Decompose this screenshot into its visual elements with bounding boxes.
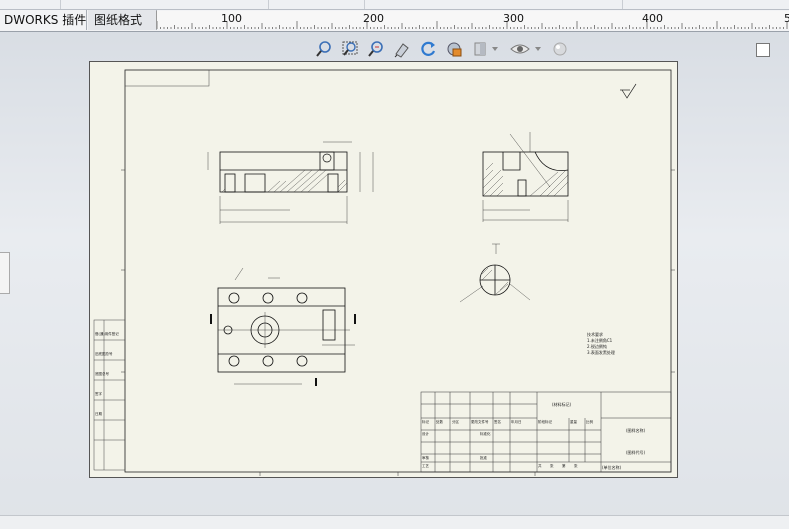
tb-label: 签名: [494, 420, 501, 424]
title-block-material: (材料标记): [552, 402, 572, 407]
chevron-down-icon[interactable]: [533, 39, 543, 59]
left-strip-label: 日期: [95, 412, 102, 416]
ruler-label: 5: [784, 12, 789, 25]
technical-note: 3.表面发黑处理: [587, 350, 615, 355]
tb-label: 处数: [436, 420, 443, 424]
horizontal-ruler: 100 200 300 400 5: [156, 11, 789, 29]
tb-label: 审核: [422, 456, 429, 460]
rotate-view-icon[interactable]: [392, 39, 412, 59]
title-block-drawing-name: (图样名称): [626, 428, 646, 433]
tb-label: 比例: [586, 420, 593, 424]
zoom-in-out-icon[interactable]: [366, 39, 386, 59]
title-block-company: (单位名称): [602, 465, 622, 470]
left-strip-label: 旧底图总号: [95, 352, 113, 356]
tb-label: 设计: [422, 432, 429, 436]
tb-label: 重量: [570, 420, 577, 424]
ruler-label: 200: [363, 12, 384, 25]
ruler-label: 400: [642, 12, 663, 25]
feature-tree-collapse-handle[interactable]: [0, 252, 10, 294]
tb-label: 标记: [422, 420, 429, 424]
left-strip-labels: 借(通)用件登记 旧底图总号 底图总号 签字 日期: [95, 324, 125, 424]
tb-label: 共: [538, 464, 542, 468]
redraw-icon[interactable]: [418, 39, 438, 59]
tb-label: 批准: [480, 456, 487, 460]
section-view-icon[interactable]: [471, 39, 491, 59]
left-strip-label: 底图总号: [95, 372, 109, 376]
top-toolbar-strip: [0, 0, 789, 10]
left-strip-label: 借(通)用件登记: [95, 332, 119, 336]
drawing-sheet[interactable]: 技术要求 1.未注倒角C1 2.锐边倒钝 3.表面发黑处理 (材料标记) (图样…: [89, 61, 678, 478]
technical-notes: 技术要求 1.未注倒角C1 2.锐边倒钝 3.表面发黑处理: [587, 332, 615, 356]
appearance-icon[interactable]: [550, 39, 570, 59]
tb-label: 更改文件号: [471, 420, 489, 424]
status-bar: [0, 515, 789, 529]
chevron-down-icon[interactable]: [490, 39, 500, 59]
tb-label: 张: [574, 464, 578, 468]
left-strip-label: 签字: [95, 392, 102, 396]
tb-label: 年月日: [511, 420, 522, 424]
title-block-code: (图样代号): [626, 450, 646, 455]
display-style-icon[interactable]: [444, 39, 464, 59]
ruler-ticks: [157, 21, 788, 29]
ruler-label: 300: [503, 12, 524, 25]
tb-label: 分区: [452, 420, 459, 424]
zoom-to-fit-icon[interactable]: [314, 39, 334, 59]
tb-label: 阶段标记: [538, 420, 552, 424]
tab-sheet-format[interactable]: 图纸格式: [88, 10, 157, 30]
tb-label: 张: [550, 464, 554, 468]
task-pane-toggle-icon[interactable]: [756, 43, 770, 57]
zoom-to-area-icon[interactable]: [340, 39, 360, 59]
tb-label: 工艺: [422, 464, 429, 468]
tab-solidworks-addins[interactable]: DWORKS 插件: [0, 10, 87, 30]
drawing-canvas: [93, 69, 675, 476]
ruler-label: 100: [221, 12, 242, 25]
tb-label: 第: [562, 464, 566, 468]
tb-label: 标准化: [480, 432, 491, 436]
hide-show-icon[interactable]: [510, 39, 530, 59]
